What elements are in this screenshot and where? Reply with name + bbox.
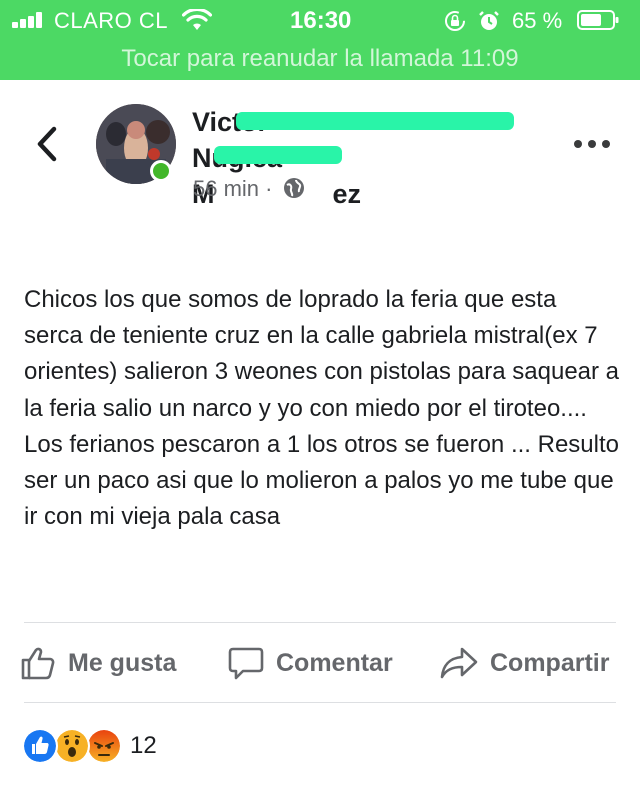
resume-call-banner[interactable]: Tocar para reanudar la llamada 11:09 (0, 40, 640, 80)
thumbs-up-icon (21, 647, 55, 680)
redaction-mark (236, 112, 514, 130)
rotation-lock-icon (445, 11, 465, 31)
back-arrow-icon[interactable] (32, 124, 62, 164)
author-name-part: ez (332, 179, 362, 209)
like-icon (22, 728, 58, 764)
post-meta: 56 min · (193, 176, 305, 202)
comment-button[interactable]: Comentar (228, 640, 393, 686)
signal-strength-icon (12, 12, 48, 28)
carrier-name: CLARO CL (54, 8, 169, 33)
like-label: Me gusta (68, 648, 177, 677)
reaction-count[interactable]: 12 (130, 732, 157, 760)
clock: 16:30 (290, 7, 352, 34)
comment-label: Comentar (276, 648, 393, 677)
divider (24, 702, 616, 703)
globe-icon (283, 178, 304, 198)
like-button[interactable]: Me gusta (20, 640, 176, 686)
share-icon (440, 647, 478, 679)
battery-percentage: 65 % (512, 8, 563, 33)
meta-separator: · (265, 176, 273, 201)
comment-icon (228, 647, 264, 680)
wow-icon (54, 728, 90, 764)
resume-call-text: Tocar para reanudar la llamada 11:09 (121, 45, 519, 72)
angry-icon (86, 728, 122, 764)
divider (24, 622, 616, 623)
share-label: Compartir (490, 648, 610, 677)
more-options-icon[interactable] (574, 136, 610, 152)
online-status-dot (150, 160, 172, 182)
status-bar: CLARO CL 16:30 65 % (0, 0, 640, 40)
alarm-icon (479, 11, 499, 30)
post-time[interactable]: 56 min (193, 176, 259, 201)
post-body: Chicos los que somos de loprado la feria… (24, 286, 620, 531)
share-button[interactable]: Compartir (440, 640, 609, 686)
redaction-mark (214, 146, 342, 164)
wifi-icon (182, 9, 212, 30)
battery-icon (577, 10, 619, 30)
